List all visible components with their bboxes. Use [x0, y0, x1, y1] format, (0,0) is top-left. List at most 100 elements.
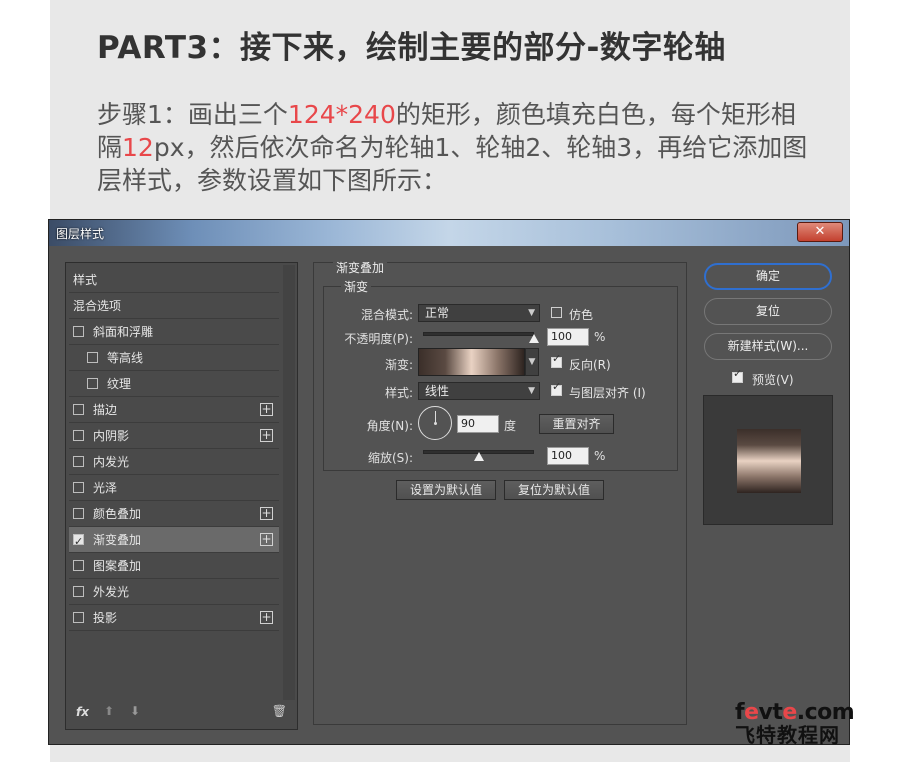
style-list-label: 颜色叠加 — [93, 507, 142, 521]
style-list-checkbox[interactable] — [73, 482, 84, 493]
style-list-item[interactable]: 颜色叠加 + — [69, 501, 279, 527]
close-button[interactable]: ✕ — [797, 222, 843, 242]
style-list-label: 描边 — [93, 403, 118, 417]
styles-list-footer: fx ⬆ ⬇ 🗑 — [66, 699, 297, 729]
style-list-item[interactable]: 内阴影 + — [69, 423, 279, 449]
reverse-checkbox[interactable] — [551, 352, 562, 368]
reset-default-button[interactable]: 复位为默认值 — [504, 480, 604, 500]
opacity-slider-thumb[interactable] — [529, 334, 539, 343]
add-effect-icon[interactable]: + — [260, 403, 273, 416]
style-list-label: 纹理 — [107, 377, 132, 391]
site-watermark: fevte.com 飞特教程网 — [735, 702, 890, 747]
dialog-titlebar[interactable]: 图层样式 ✕ — [49, 220, 849, 246]
style-list-item[interactable]: 光泽 — [69, 475, 279, 501]
style-list-checkbox[interactable] — [73, 508, 84, 519]
reset-button[interactable]: 复位 — [704, 298, 832, 325]
align-with-layer-label: 与图层对齐 (I) — [569, 386, 646, 400]
intro-highlight-gap: 12 — [122, 133, 154, 162]
angle-label: 角度(N): — [366, 419, 413, 433]
angle-dial[interactable] — [418, 406, 452, 440]
style-list-checkbox[interactable] — [73, 612, 84, 623]
angle-input[interactable]: 90 — [457, 415, 499, 433]
new-style-button[interactable]: 新建样式(W)... — [704, 333, 832, 360]
arrow-down-icon[interactable]: ⬇ — [130, 704, 140, 718]
watermark-domain: fevte.com — [735, 702, 890, 724]
close-icon: ✕ — [814, 224, 826, 239]
style-preview-swatch — [737, 429, 801, 493]
reset-alignment-button[interactable]: 重置对齐 — [539, 414, 614, 434]
opacity-label: 不透明度(P): — [344, 332, 413, 346]
scale-input[interactable]: 100 — [547, 447, 589, 465]
align-with-layer-checkbox[interactable] — [551, 380, 562, 396]
style-list-checkbox[interactable] — [87, 378, 98, 389]
watermark-domain-e: e — [782, 700, 797, 725]
dither-checkbox[interactable] — [551, 307, 562, 318]
style-list-label: 图案叠加 — [93, 559, 142, 573]
article-heading: PART3：接下来，绘制主要的部分-数字轮轴 — [97, 30, 726, 66]
gradient-style-select[interactable]: 线性 ▼ — [418, 382, 540, 400]
style-list-label: 渐变叠加 — [93, 533, 142, 547]
add-effect-icon[interactable]: + — [260, 429, 273, 442]
style-list-label: 内发光 — [93, 455, 130, 469]
style-list-checkbox[interactable] — [73, 326, 84, 337]
styles-list: 样式混合选项斜面和浮雕等高线纹理描边 + 内阴影 + 内发光光泽颜色叠加 + 渐变叠加 + 图案… — [69, 267, 279, 631]
set-default-button[interactable]: 设置为默认值 — [396, 480, 496, 500]
angle-unit: 度 — [504, 419, 517, 433]
style-list-item[interactable]: 混合选项 — [69, 293, 279, 319]
blend-mode-select[interactable]: 正常 ▼ — [418, 304, 540, 322]
style-list-checkbox[interactable] — [73, 586, 84, 597]
intro-highlight-size: 124*240 — [287, 100, 396, 129]
style-list-item[interactable]: 纹理 — [69, 371, 279, 397]
gradient-overlay-title: 渐变叠加 — [333, 259, 388, 276]
style-list-checkbox[interactable] — [73, 560, 84, 571]
opacity-input[interactable]: 100 — [547, 328, 589, 346]
style-list-item[interactable]: 外发光 — [69, 579, 279, 605]
watermark-domain-part: .com — [796, 700, 855, 725]
style-list-item[interactable]: 样式 — [69, 267, 279, 293]
trash-icon[interactable]: 🗑 — [272, 704, 287, 718]
opacity-slider[interactable] — [423, 332, 534, 336]
angle-dial-center — [434, 422, 437, 425]
style-list-label: 内阴影 — [93, 429, 130, 443]
intro-text-3: px，然后依次命名为轮轴1、轮轴2、轮轴3，再给它添加图层样式，参数设置如下图所… — [97, 133, 808, 195]
style-list-item[interactable]: 描边 + — [69, 397, 279, 423]
dither-label: 仿色 — [569, 308, 594, 322]
watermark-domain-part: vt — [758, 700, 783, 725]
add-effect-icon[interactable]: + — [260, 533, 273, 546]
arrow-up-icon[interactable]: ⬆ — [104, 704, 114, 718]
style-list-checkbox[interactable] — [73, 529, 84, 555]
watermark-domain-part: f — [735, 700, 745, 725]
layer-style-dialog: 图层样式 ✕ 样式混合选项斜面和浮雕等高线纹理描边 + 内阴影 + 内发光光泽颜色叠加 +… — [48, 219, 850, 745]
gradient-picker[interactable] — [418, 348, 525, 376]
styles-list-scrollbar[interactable] — [283, 265, 295, 700]
ok-button[interactable]: 确定 — [704, 263, 832, 290]
gradient-style-value: 线性 — [425, 384, 450, 398]
add-effect-icon[interactable]: + — [260, 611, 273, 624]
scale-slider-thumb[interactable] — [473, 452, 484, 461]
style-list-label: 投影 — [93, 611, 118, 625]
fx-icon[interactable]: fx — [76, 705, 89, 719]
opacity-unit: % — [594, 330, 606, 344]
gradient-dropdown[interactable]: ▼ — [525, 348, 539, 376]
style-list-item[interactable]: 内发光 — [69, 449, 279, 475]
style-list-item[interactable]: 斜面和浮雕 — [69, 319, 279, 345]
style-list-checkbox[interactable] — [73, 456, 84, 467]
watermark-domain-e: e — [744, 700, 759, 725]
style-list-item[interactable]: 图案叠加 — [69, 553, 279, 579]
style-list-label: 样式 — [73, 273, 98, 287]
intro-text-1: 步骤1：画出三个 — [97, 100, 288, 129]
add-effect-icon[interactable]: + — [260, 507, 273, 520]
style-list-checkbox[interactable] — [73, 404, 84, 415]
styles-list-panel: 样式混合选项斜面和浮雕等高线纹理描边 + 内阴影 + 内发光光泽颜色叠加 + 渐变叠加 + 图案… — [65, 262, 298, 730]
style-list-label: 光泽 — [93, 481, 118, 495]
style-list-item[interactable]: 投影 + — [69, 605, 279, 631]
style-list-checkbox[interactable] — [73, 430, 84, 441]
style-list-item[interactable]: 等高线 — [69, 345, 279, 371]
style-list-checkbox[interactable] — [87, 352, 98, 363]
dialog-title: 图层样式 — [56, 227, 105, 241]
scale-unit: % — [594, 449, 606, 463]
style-list-label: 斜面和浮雕 — [93, 325, 154, 339]
preview-checkbox[interactable] — [732, 367, 743, 383]
style-list-item[interactable]: 渐变叠加 + — [69, 527, 279, 555]
gradient-subgroup-title: 渐变 — [341, 278, 372, 295]
